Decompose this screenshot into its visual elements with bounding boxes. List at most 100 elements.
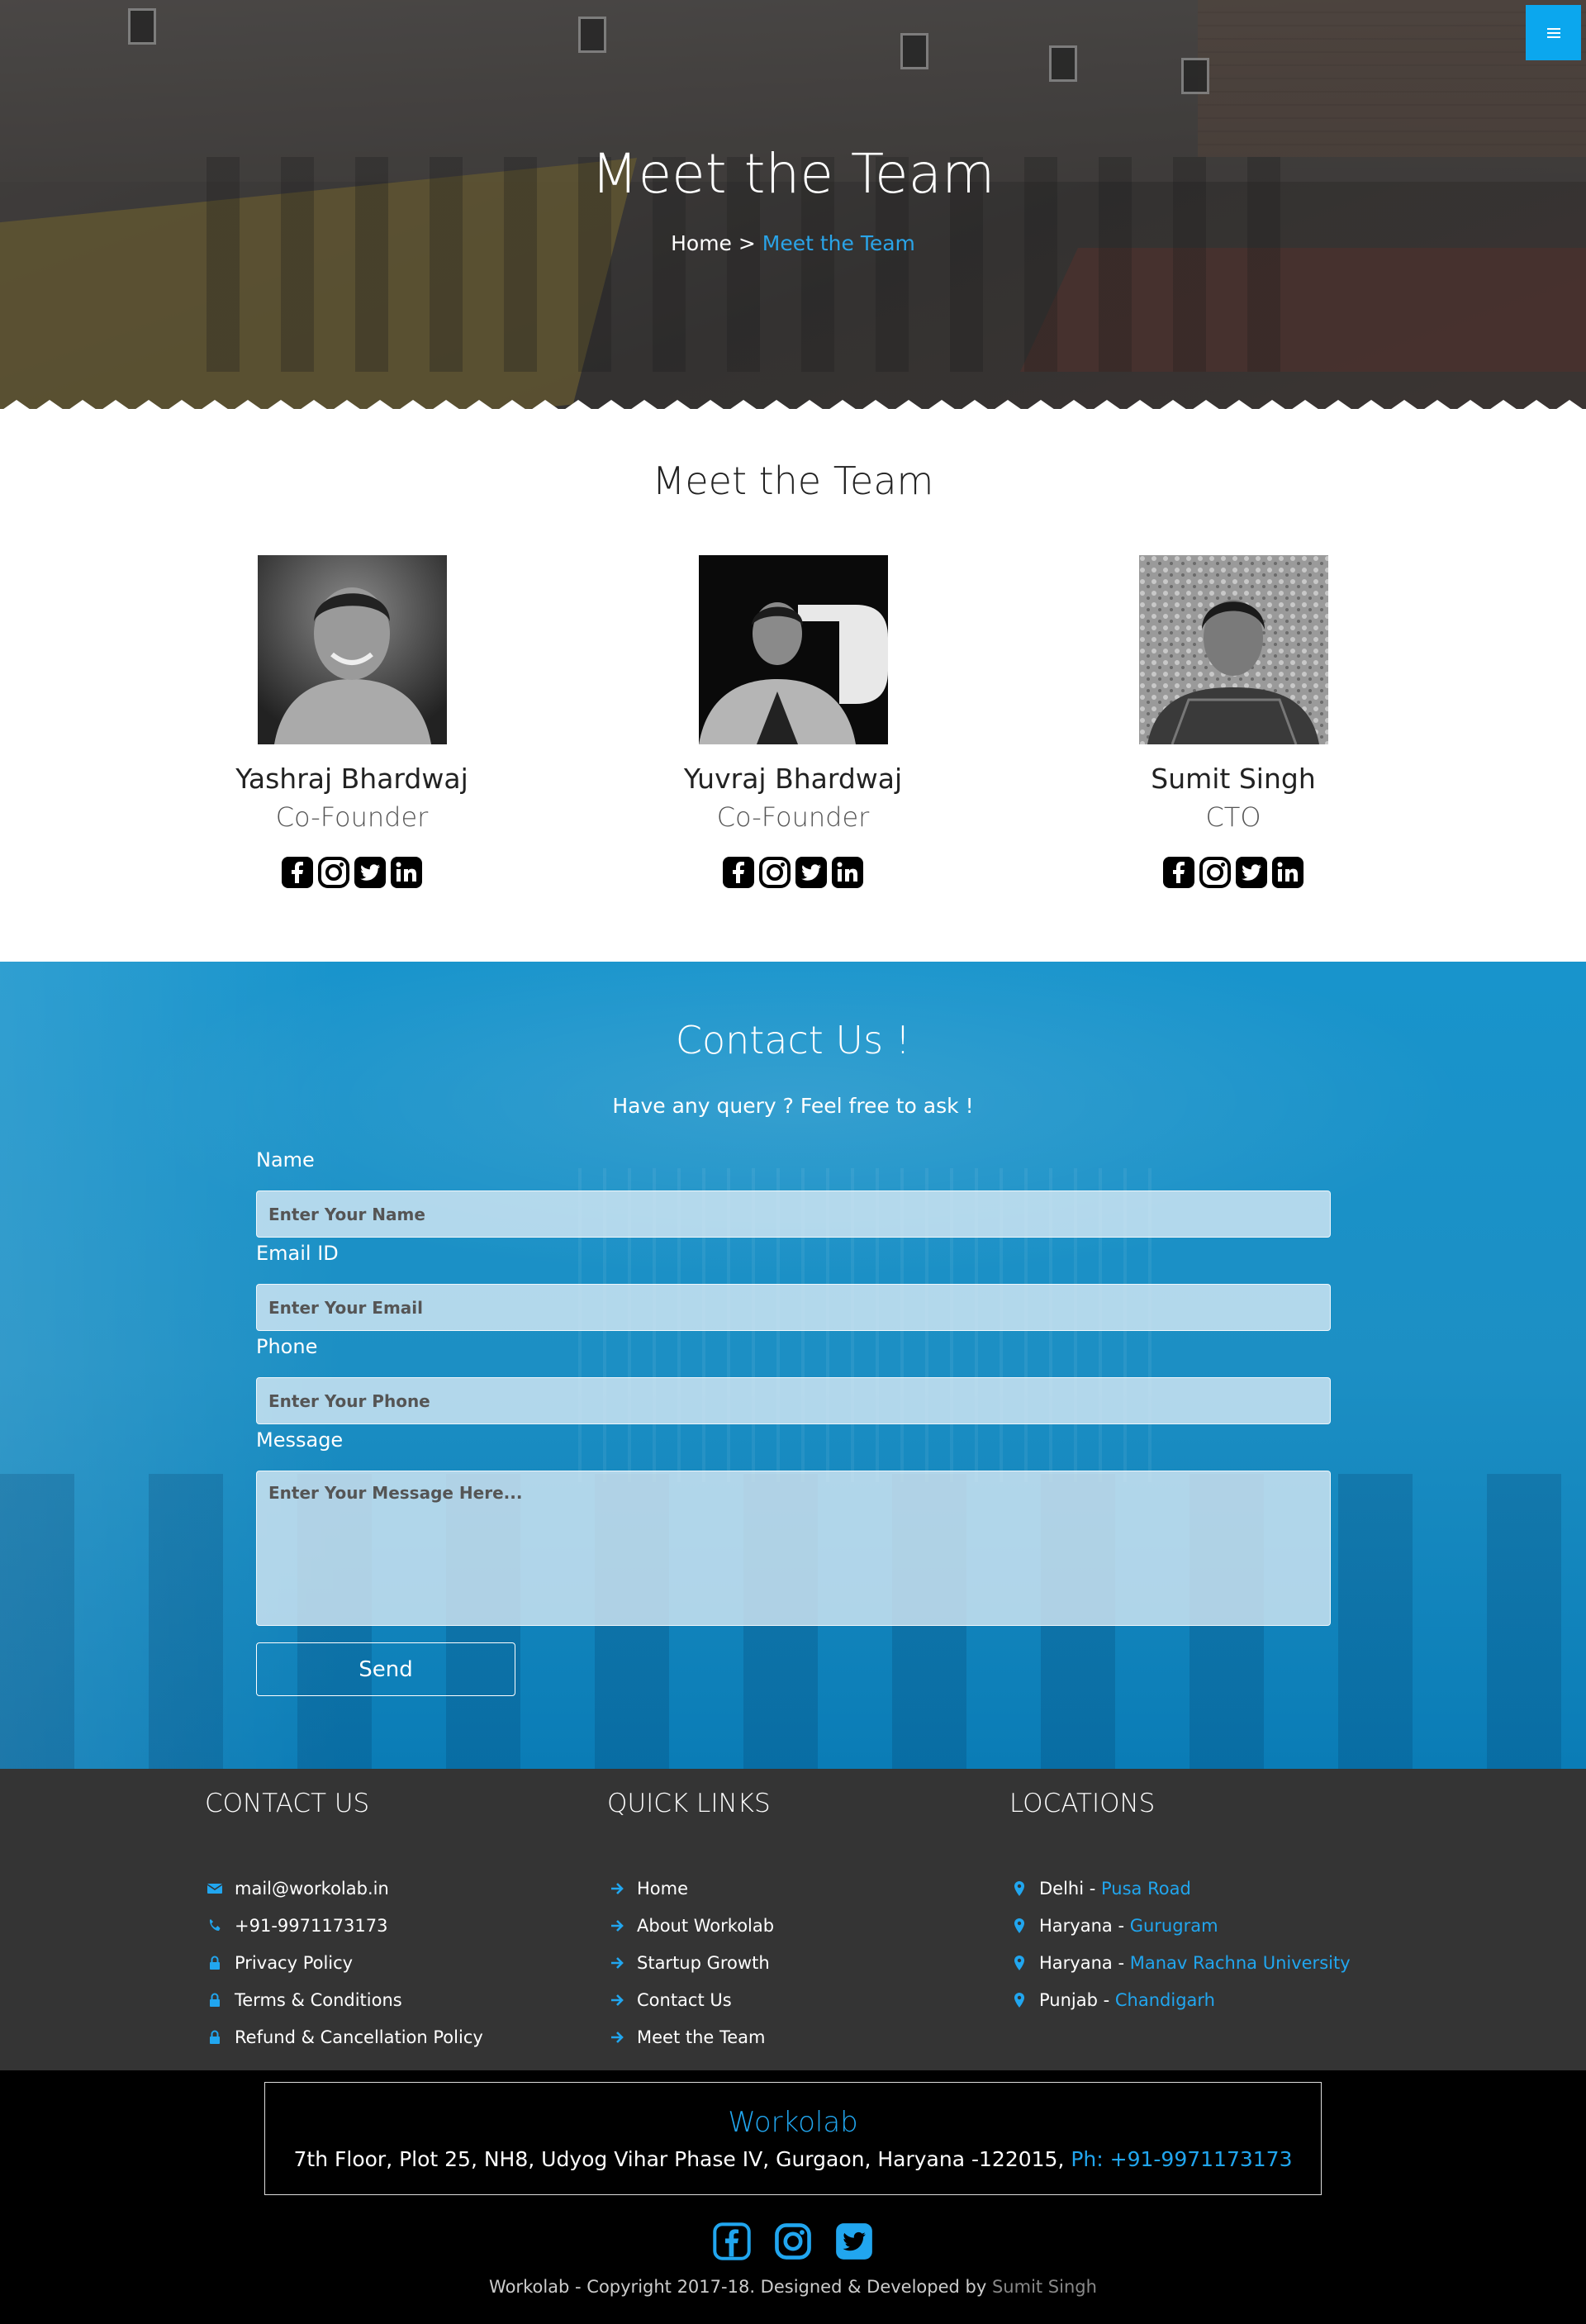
facebook-icon[interactable] (281, 856, 314, 889)
twitter-icon[interactable] (795, 856, 828, 889)
lock-icon (203, 1992, 226, 2008)
team-member-card: Yuvraj Bhardwaj Co-Founder (628, 555, 958, 889)
arrow-right-icon (605, 2029, 629, 2046)
menu-button[interactable] (1526, 5, 1581, 60)
breadcrumb: Home > Meet the Team (0, 231, 1586, 255)
location-place[interactable]: Pusa Road (1101, 1879, 1191, 1899)
copyright-text: Workolab - Copyright 2017-18. Designed &… (489, 2277, 992, 2297)
footer-contact-item[interactable]: Terms & Conditions (203, 1981, 483, 2018)
location-separator: - (1112, 1952, 1130, 1973)
member-name: Sumit Singh (1151, 763, 1316, 795)
contact-subtitle: Have any query ? Feel free to ask ! (612, 1094, 974, 1118)
location-item[interactable]: Delhi - Pusa Road (1008, 1870, 1351, 1907)
arrow-right-icon (605, 1955, 629, 1971)
location-item[interactable]: Haryana - Gurugram (1008, 1907, 1351, 1944)
message-textarea[interactable]: Enter Your Message Here... (256, 1471, 1331, 1626)
menu-bars-icon (1546, 27, 1560, 38)
address-box: Workolab 7th Floor, Plot 25, NH8, Udyog … (264, 2082, 1322, 2195)
team-member-card: Sumit Singh CTO (1068, 555, 1398, 889)
facebook-icon[interactable] (1162, 856, 1195, 889)
footer-locations-list: Delhi - Pusa Road Haryana - Gurugram Har… (1008, 1870, 1351, 2018)
footer-link-label: Startup Growth (637, 1952, 770, 1973)
twitter-icon[interactable] (835, 2222, 873, 2260)
footer-terms-link: Terms & Conditions (235, 1989, 402, 2010)
phone-input[interactable]: Enter Your Phone (256, 1377, 1331, 1424)
location-item[interactable]: Punjab - Chandigarh (1008, 1981, 1351, 2018)
member-socials (187, 856, 517, 889)
arrow-right-icon (605, 1880, 629, 1897)
member-photo (1138, 555, 1328, 744)
instagram-icon[interactable] (317, 856, 350, 889)
envelope-icon (203, 1880, 226, 1897)
footer-link-team[interactable]: Meet the Team (605, 2018, 774, 2055)
map-pin-icon (1008, 1880, 1031, 1897)
address-line: 7th Floor, Plot 25, NH8, Udyog Vihar Pha… (265, 2147, 1321, 2171)
location-place[interactable]: Chandigarh (1115, 1990, 1215, 2010)
copyright: Workolab - Copyright 2017-18. Designed &… (0, 2277, 1586, 2297)
bottom-bar: Workolab 7th Floor, Plot 25, NH8, Udyog … (0, 2070, 1586, 2324)
address-text: 7th Floor, Plot 25, NH8, Udyog Vihar Pha… (293, 2147, 1071, 2171)
facebook-icon[interactable] (713, 2222, 751, 2260)
instagram-icon[interactable] (774, 2222, 812, 2260)
member-name: Yuvraj Bhardwaj (683, 763, 903, 795)
page-title: Meet the Team (591, 142, 995, 206)
email-input[interactable]: Enter Your Email (256, 1284, 1331, 1331)
linkedin-icon[interactable] (831, 856, 864, 889)
location-separator: - (1097, 1989, 1115, 2010)
arrow-right-icon (605, 1918, 629, 1934)
footer-phone: +91-9971173173 (235, 1915, 388, 1936)
instagram-icon[interactable] (1199, 856, 1232, 889)
name-label: Name (256, 1148, 315, 1172)
email-label: Email ID (256, 1242, 339, 1265)
member-socials (628, 856, 958, 889)
footer-contact-item[interactable]: Refund & Cancellation Policy (203, 2018, 483, 2055)
footer-link-startup[interactable]: Startup Growth (605, 1944, 774, 1981)
footer-contact-title: CONTACT US (205, 1789, 370, 1818)
linkedin-icon[interactable] (1271, 856, 1304, 889)
footer-contact-item[interactable]: +91-9971173173 (203, 1907, 483, 1944)
phone-icon (203, 1918, 226, 1934)
location-item[interactable]: Haryana - Manav Rachna University (1008, 1944, 1351, 1981)
location-separator: - (1084, 1878, 1102, 1899)
location-separator: - (1112, 1915, 1130, 1936)
footer: CONTACT US mail@workolab.in +91-99711731… (0, 1769, 1586, 2070)
footer-link-home[interactable]: Home (605, 1870, 774, 1907)
lock-icon (203, 1955, 226, 1971)
message-label: Message (256, 1428, 344, 1452)
map-pin-icon (1008, 1955, 1031, 1971)
brand-name: Workolab (728, 2106, 858, 2139)
twitter-icon[interactable] (354, 856, 387, 889)
linkedin-icon[interactable] (390, 856, 423, 889)
footer-link-label: Contact Us (637, 1989, 732, 2010)
footer-link-label: Meet the Team (637, 2027, 766, 2047)
instagram-icon[interactable] (758, 856, 791, 889)
breadcrumb-current[interactable]: Meet the Team (762, 231, 915, 255)
arrow-right-icon (605, 1992, 629, 2008)
footer-contact-item[interactable]: mail@workolab.in (203, 1870, 483, 1907)
location-state: Haryana (1039, 1915, 1113, 1936)
send-button[interactable]: Send (256, 1642, 515, 1696)
location-place[interactable]: Gurugram (1130, 1916, 1218, 1936)
member-role: Co-Founder (716, 801, 870, 833)
map-pin-icon (1008, 1992, 1031, 2008)
location-state: Delhi (1039, 1878, 1085, 1899)
location-state: Haryana (1039, 1952, 1113, 1973)
address-phone[interactable]: Ph: +91-9971173173 (1071, 2147, 1292, 2171)
facebook-icon[interactable] (722, 856, 755, 889)
member-role: CTO (1205, 801, 1261, 833)
twitter-icon[interactable] (1235, 856, 1268, 889)
contact-title: Contact Us ! (675, 1018, 911, 1062)
footer-contact-item[interactable]: Privacy Policy (203, 1944, 483, 1981)
footer-link-contact[interactable]: Contact Us (605, 1981, 774, 2018)
footer-locations-title: LOCATIONS (1009, 1789, 1156, 1818)
zigzag-divider (3, 400, 1583, 409)
location-place[interactable]: Manav Rachna University (1130, 1953, 1351, 1973)
developer-link[interactable]: Sumit Singh (992, 2277, 1097, 2297)
team-section-title: Meet the Team (652, 459, 934, 503)
footer-link-about[interactable]: About Workolab (605, 1907, 774, 1944)
member-photo (257, 555, 447, 744)
member-name: Yashraj Bhardwaj (235, 763, 468, 795)
footer-link-label: About Workolab (637, 1915, 775, 1936)
name-input[interactable]: Enter Your Name (256, 1191, 1331, 1238)
breadcrumb-home[interactable]: Home (671, 231, 732, 255)
